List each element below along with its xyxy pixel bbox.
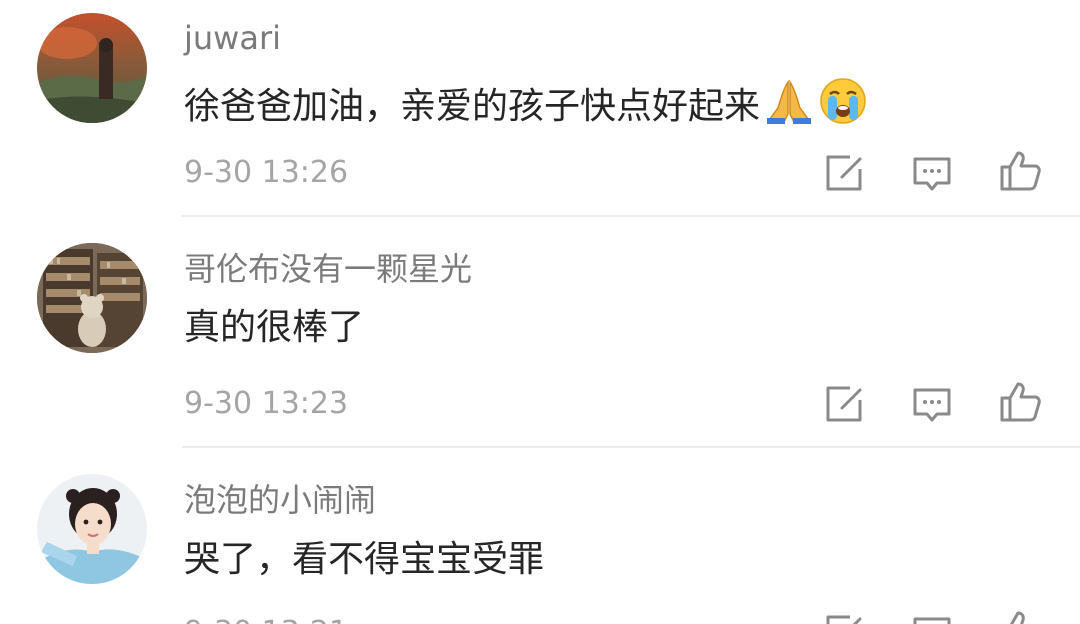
- timestamp: 9-30 13:26: [184, 155, 349, 190]
- comment-text-body: 真的很棒了: [184, 307, 365, 348]
- reply-button[interactable]: [910, 151, 954, 195]
- thumbs-up-icon: [1000, 151, 1041, 191]
- timestamp: 9-30 13:21: [184, 614, 348, 624]
- comment-text: 徐爸爸加油，亲爱的孩子快点好起来: [184, 76, 868, 138]
- timestamp: 9-30 13:23: [184, 386, 349, 421]
- username[interactable]: 哥伦布没有一颗星光: [184, 249, 472, 289]
- comment-text-body: 徐爸爸加油，亲爱的孩子快点好起来: [184, 86, 761, 127]
- comment-icon: [913, 617, 951, 624]
- comment-icon: [913, 157, 951, 191]
- share-button[interactable]: [822, 611, 866, 624]
- thumbs-up-icon: [1000, 382, 1041, 422]
- avatar[interactable]: [37, 13, 147, 123]
- username[interactable]: 泡泡的小闹闹: [184, 480, 376, 520]
- like-button[interactable]: [998, 149, 1042, 193]
- divider: [182, 215, 1080, 217]
- like-button[interactable]: [998, 380, 1042, 424]
- comment-feed: juwari 徐爸爸加油，亲爱的孩子快点好起来 9-30 13:26 哥伦布没有…: [0, 0, 1080, 624]
- comment-text-body: 哭了，看不得宝宝受罪: [184, 539, 545, 580]
- share-button[interactable]: [822, 382, 866, 426]
- share-icon: [826, 615, 862, 624]
- username[interactable]: juwari: [184, 18, 281, 58]
- comment-text: 真的很棒了: [184, 305, 364, 351]
- avatar[interactable]: [37, 243, 147, 353]
- divider: [182, 446, 1080, 448]
- avatar[interactable]: [37, 474, 147, 584]
- like-button[interactable]: [998, 609, 1042, 624]
- comment-text: 哭了，看不得宝宝受罪: [184, 537, 544, 583]
- thumbs-up-icon: [1009, 611, 1025, 624]
- share-icon: [826, 155, 862, 191]
- crying-face-icon: [818, 76, 868, 138]
- comment-icon: [913, 388, 951, 422]
- reply-button[interactable]: [910, 611, 954, 624]
- reply-button[interactable]: [910, 382, 954, 426]
- share-icon: [826, 386, 862, 422]
- praying-hands-icon: [764, 78, 814, 136]
- share-button[interactable]: [822, 151, 866, 195]
